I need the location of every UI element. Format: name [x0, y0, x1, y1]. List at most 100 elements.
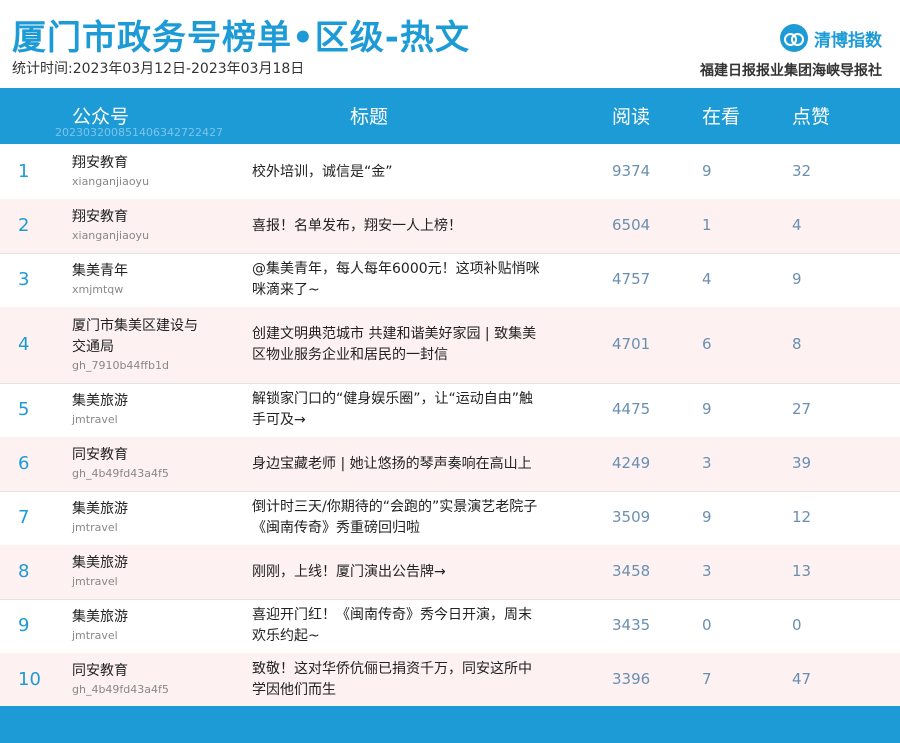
- account-name: 同安教育: [72, 663, 128, 679]
- column-header-account-sub: 20230320085140634272242​7: [55, 126, 223, 139]
- account-name: 集美旅游: [72, 393, 128, 409]
- likes-count: 47: [792, 669, 812, 688]
- rank-number: 10: [18, 668, 41, 690]
- account-cell[interactable]: 集美旅游 jmtravel: [72, 391, 202, 428]
- account-id: jmtravel: [72, 521, 118, 534]
- account-id: gh_4b49fd43a4f5: [72, 683, 169, 696]
- account-cell[interactable]: 集美青年 xmjmtqw: [72, 261, 202, 298]
- watching-count: 9: [702, 508, 712, 526]
- page-title: 厦门市政务号榜单•区级-热文: [12, 18, 470, 58]
- table-header: 公众号 标题 阅读 在看 点赞 20230320085140634272242​…: [0, 88, 900, 144]
- reads-count: 4475: [612, 400, 651, 418]
- article-title-link[interactable]: 致敬！这对华侨伉俪已捐资千万，同安这所中学因他们而生: [252, 659, 542, 701]
- table-row[interactable]: 7 集美旅游 jmtravel 倒计时三天/你期待的“会跑的”实景演艺老院子《闽南传奇…: [0, 491, 900, 546]
- account-id: jmtravel: [72, 575, 118, 588]
- account-name: 集美旅游: [72, 555, 128, 571]
- table-row[interactable]: 3 集美青年 xmjmtqw @集美青年，每人每年6000元！这项补贴悄咪咪滴来了~ 4…: [0, 253, 900, 308]
- table-row[interactable]: 1 翔安教育 xianganjiaoyu 校外培训，诚信是“金” 9374 9 32: [0, 145, 900, 200]
- account-cell[interactable]: 同安教育 gh_4b49fd43a4f5: [72, 445, 202, 482]
- likes-count: 4: [792, 216, 802, 234]
- reads-count: 4249: [612, 454, 651, 472]
- likes-count: 0: [792, 616, 802, 634]
- table-row[interactable]: 10 同安教育 gh_4b49fd43a4f5 致敬！这对华侨伉俪已捐资千万，同安这所…: [0, 653, 900, 707]
- account-name: 集美旅游: [72, 501, 128, 517]
- column-header-likes: 点赞: [792, 106, 831, 128]
- account-name: 翔安教育: [72, 209, 128, 225]
- logo-text: 清博指数: [814, 30, 882, 51]
- article-title-link[interactable]: 倒计时三天/你期待的“会跑的”实景演艺老院子《闽南传奇》秀重磅回归啦: [252, 497, 542, 539]
- account-cell[interactable]: 集美旅游 jmtravel: [72, 553, 202, 590]
- likes-count: 9: [792, 270, 802, 288]
- watching-count: 3: [702, 454, 712, 472]
- footer-bar: [0, 706, 900, 743]
- watching-count: 9: [702, 400, 712, 418]
- rank-number: 2: [18, 215, 30, 236]
- reads-count: 6504: [612, 216, 651, 234]
- article-title-link[interactable]: @集美青年，每人每年6000元！这项补贴悄咪咪滴来了~: [252, 259, 542, 301]
- rank-number: 8: [18, 561, 30, 582]
- account-id: jmtravel: [72, 413, 118, 426]
- account-id: gh_4b49fd43a4f5: [72, 467, 169, 480]
- article-title-link[interactable]: 解锁家门口的“健身娱乐圈”，让“运动自由”触手可及→: [252, 389, 542, 431]
- reads-count: 3509: [612, 508, 651, 526]
- account-name: 同安教育: [72, 447, 128, 463]
- account-name: 集美青年: [72, 263, 128, 279]
- watching-count: 7: [702, 669, 712, 688]
- likes-count: 12: [792, 508, 812, 526]
- infinity-logo-icon: [780, 24, 808, 52]
- brand-logo: 清博指数: [780, 24, 882, 52]
- table-row[interactable]: 2 翔安教育 xianganjiaoyu 喜报！名单发布，翔安一人上榜！ 6504 1 4: [0, 199, 900, 254]
- table-row[interactable]: 9 集美旅游 jmtravel 喜迎开门红！《闽南传奇》秀今日开演，周末欢乐约起~ 34…: [0, 599, 900, 654]
- rank-number: 3: [18, 269, 30, 290]
- account-name: 翔安教育: [72, 155, 128, 171]
- account-id: xianganjiaoyu: [72, 175, 150, 188]
- account-cell[interactable]: 翔安教育 xianganjiaoyu: [72, 207, 202, 244]
- article-title-link[interactable]: 创建文明典范城市 共建和谐美好家园 | 致集美区物业服务企业和居民的一封信: [252, 324, 542, 366]
- column-header-title: 标题: [350, 106, 389, 128]
- column-header-reads: 阅读: [612, 106, 651, 128]
- likes-count: 32: [792, 162, 812, 180]
- reads-count: 3458: [612, 562, 651, 580]
- account-cell[interactable]: 集美旅游 jmtravel: [72, 499, 202, 536]
- watching-count: 0: [702, 616, 712, 634]
- reads-count: 3396: [612, 669, 651, 688]
- article-title-link[interactable]: 刚刚，上线！厦门演出公告牌→: [252, 562, 542, 583]
- table-row[interactable]: 4 厦门市集美区建设与交通局 gh_7910b44ffb1d 创建文明典范城市 共建和…: [0, 307, 900, 384]
- account-id: xmjmtqw: [72, 283, 124, 296]
- publisher-name: 福建日报报业集团海峡导报社: [700, 63, 882, 79]
- watching-count: 3: [702, 562, 712, 580]
- article-title-link[interactable]: 喜迎开门红！《闽南传奇》秀今日开演，周末欢乐约起~: [252, 605, 542, 647]
- column-header-watching: 在看: [702, 106, 741, 128]
- table-row[interactable]: 5 集美旅游 jmtravel 解锁家门口的“健身娱乐圈”，让“运动自由”触手可及→ 4…: [0, 383, 900, 438]
- table-row[interactable]: 6 同安教育 gh_4b49fd43a4f5 身边宝藏老师 | 她让悠扬的琴声奏响在高…: [0, 437, 900, 492]
- rank-number: 4: [18, 334, 30, 355]
- reads-count: 4757: [612, 270, 651, 288]
- rank-number: 6: [18, 453, 30, 474]
- rank-number: 5: [18, 399, 30, 420]
- watching-count: 9: [702, 162, 712, 180]
- likes-count: 13: [792, 562, 812, 580]
- account-id: xianganjiaoyu: [72, 229, 150, 242]
- article-title-link[interactable]: 喜报！名单发布，翔安一人上榜！: [252, 216, 542, 237]
- article-title-link[interactable]: 身边宝藏老师 | 她让悠扬的琴声奏响在高山上: [252, 454, 542, 475]
- likes-count: 8: [792, 335, 802, 353]
- column-header-account: 公众号: [72, 106, 130, 128]
- statistics-period: 统计时间:2023年03月12日-2023年03月18日: [12, 61, 305, 77]
- account-name: 厦门市集美区建设与交通局: [72, 318, 198, 355]
- rank-number: 7: [18, 507, 30, 528]
- reads-count: 4701: [612, 335, 651, 353]
- account-id: jmtravel: [72, 629, 118, 642]
- account-cell[interactable]: 集美旅游 jmtravel: [72, 607, 202, 644]
- table-row[interactable]: 8 集美旅游 jmtravel 刚刚，上线！厦门演出公告牌→ 3458 3 13: [0, 545, 900, 600]
- likes-count: 27: [792, 400, 812, 418]
- account-cell[interactable]: 同安教育 gh_4b49fd43a4f5: [72, 661, 202, 698]
- account-cell[interactable]: 翔安教育 xianganjiaoyu: [72, 153, 202, 190]
- watching-count: 1: [702, 216, 712, 234]
- account-name: 集美旅游: [72, 609, 128, 625]
- watching-count: 6: [702, 335, 712, 353]
- reads-count: 9374: [612, 162, 651, 180]
- article-title-link[interactable]: 校外培训，诚信是“金”: [252, 162, 542, 183]
- watching-count: 4: [702, 270, 712, 288]
- likes-count: 39: [792, 454, 812, 472]
- account-cell[interactable]: 厦门市集美区建设与交通局 gh_7910b44ffb1d: [72, 316, 202, 374]
